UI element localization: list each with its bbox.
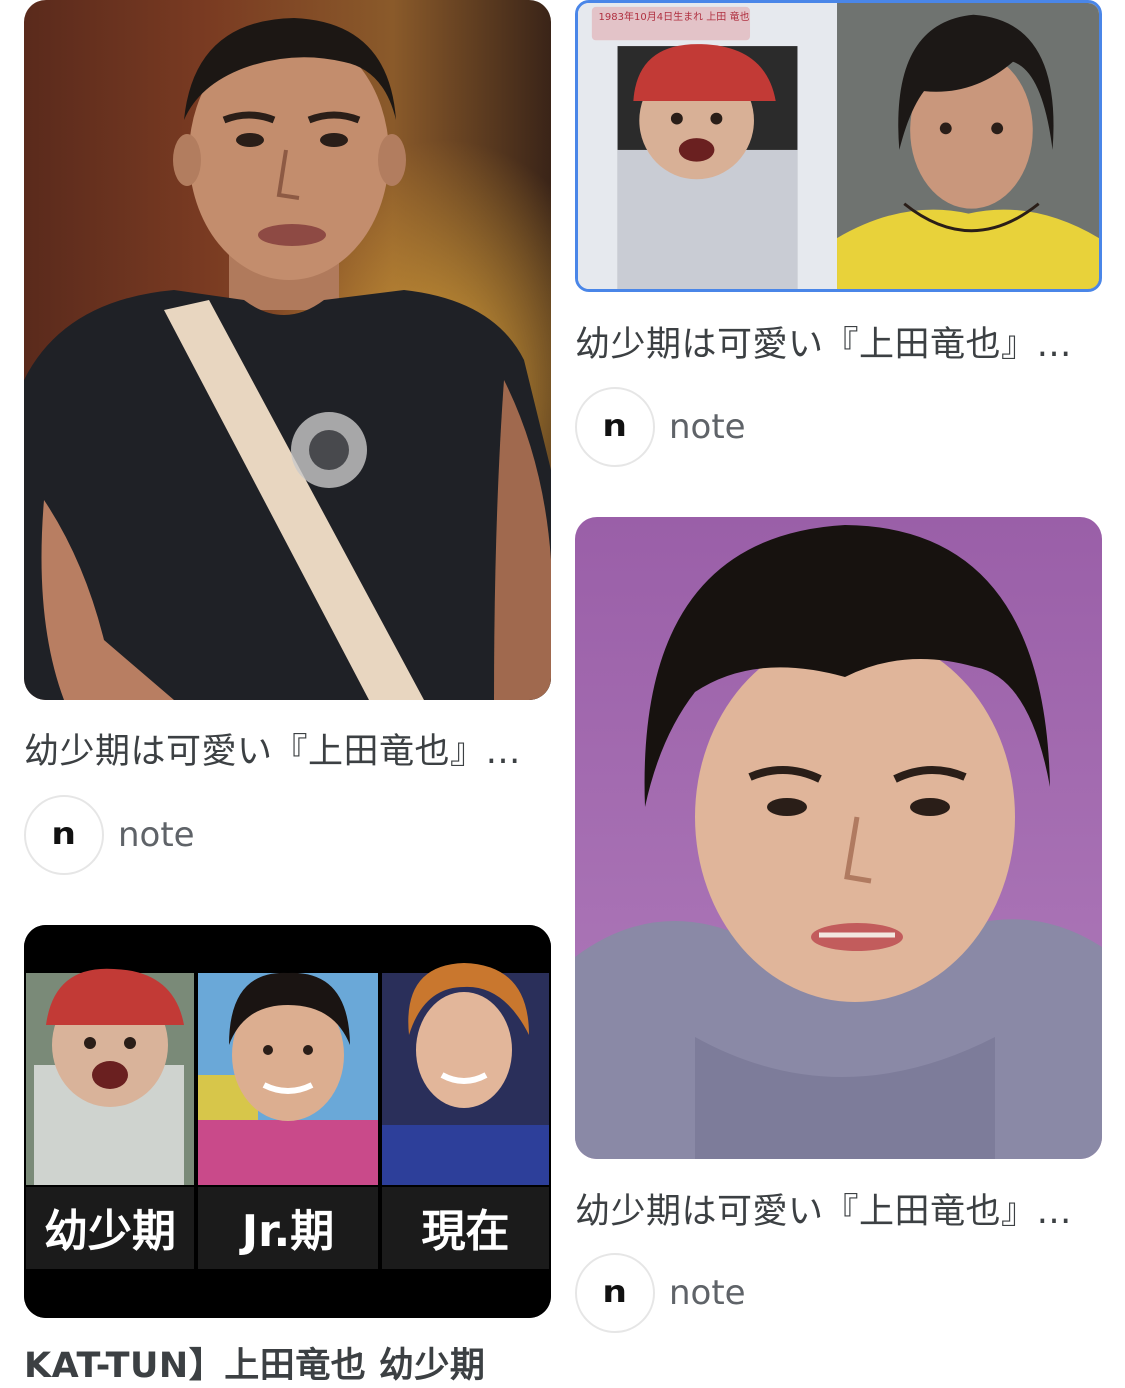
baby-and-teen-photo — [578, 3, 1099, 289]
source-name: note — [669, 407, 746, 447]
collage-label-present: 現在 — [421, 1206, 510, 1257]
favicon-letter: n — [51, 817, 77, 852]
note-favicon-icon: n — [575, 387, 655, 467]
result-source[interactable]: n note — [24, 795, 195, 875]
image-thumbnail[interactable] — [575, 517, 1102, 1159]
baby-panel — [26, 968, 194, 1185]
result-title[interactable]: 幼少期は可愛い『上田竜也』… — [575, 323, 1095, 367]
image-thumbnail[interactable] — [24, 0, 551, 700]
photo-date-stamp: 1983年10月4日生まれ 上田 竜也 — [598, 12, 750, 23]
result-title[interactable]: 幼少期は可愛い『上田竜也』… — [24, 730, 544, 774]
result-title[interactable]: 幼少期は可愛い『上田竜也』… — [575, 1190, 1095, 1234]
boy-purple-background-photo — [575, 517, 1102, 1159]
result-source[interactable]: n note — [575, 387, 746, 467]
note-favicon-icon: n — [24, 795, 104, 875]
source-name: note — [669, 1273, 746, 1313]
favicon-letter: n — [602, 1275, 628, 1310]
note-favicon-icon: n — [575, 1253, 655, 1333]
image-thumbnail[interactable]: 幼少期 Jr.期 現在 — [24, 925, 551, 1318]
image-thumbnail[interactable]: 1983年10月4日生まれ 上田 竜也 — [575, 0, 1102, 292]
result-title[interactable]: KAT-TUN】上田竜也 幼少期 — [24, 1344, 544, 1388]
source-name: note — [118, 815, 195, 855]
result-source[interactable]: n note — [575, 1253, 746, 1333]
favicon-letter: n — [602, 409, 628, 444]
collage-label-jr: Jr.期 — [241, 1206, 335, 1257]
present-panel — [382, 963, 549, 1185]
collage-label-childhood: 幼少期 — [44, 1206, 176, 1257]
boy-black-shirt-photo — [24, 0, 551, 700]
jr-boy-panel — [198, 972, 378, 1185]
